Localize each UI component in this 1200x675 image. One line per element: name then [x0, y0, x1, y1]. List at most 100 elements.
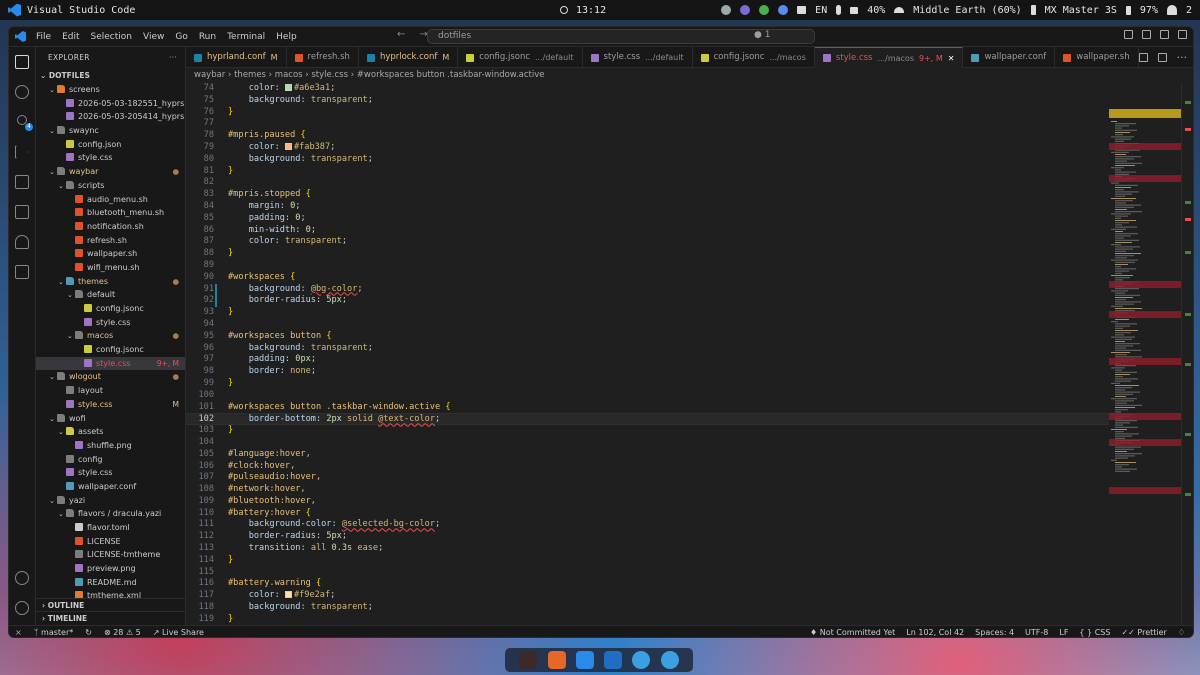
- workspace-root[interactable]: ⌄ DOTFILES: [36, 69, 185, 83]
- tree-file[interactable]: shuffle.png: [36, 439, 185, 453]
- chevron-down-icon[interactable]: ⌄: [49, 84, 57, 98]
- color-swatch[interactable]: [284, 591, 292, 599]
- browser-icon[interactable]: [632, 651, 651, 669]
- volume-icon[interactable]: [850, 6, 859, 14]
- menu-go[interactable]: Go: [175, 32, 187, 42]
- minimap[interactable]: [1109, 83, 1181, 625]
- customize-layout-icon[interactable]: [1178, 30, 1187, 39]
- editor-tab[interactable]: style.css .../macos 9+, M ✕: [814, 47, 964, 68]
- git-branch[interactable]: ᛉ master*: [34, 628, 74, 637]
- editor-tab[interactable]: wallpaper.conf: [963, 47, 1056, 68]
- tree-file[interactable]: config: [36, 453, 185, 467]
- tree-folder[interactable]: ⌄ waybar ●: [36, 165, 185, 179]
- browser-icon[interactable]: [660, 651, 679, 669]
- chevron-down-icon[interactable]: ⌄: [49, 495, 57, 509]
- tree-folder[interactable]: ⌄ flavors / dracula.yazi: [36, 507, 185, 521]
- tree-file[interactable]: wifi_menu.sh: [36, 261, 185, 275]
- tree-folder[interactable]: ⌄ themes ●: [36, 275, 185, 289]
- editor-tab[interactable]: config.jsonc .../macos: [693, 47, 815, 68]
- explorer-icon[interactable]: [15, 55, 29, 69]
- run-debug-icon[interactable]: [15, 145, 29, 159]
- git-blame[interactable]: ♦ Not Committed Yet: [810, 628, 895, 637]
- tree-folder[interactable]: ⌄ screens: [36, 83, 185, 97]
- tree-file[interactable]: flavor.toml: [36, 521, 185, 535]
- vscode-icon[interactable]: [575, 651, 594, 669]
- code-editor[interactable]: 74 color: #a6e3a1; 75 background: transpa…: [186, 83, 1193, 625]
- menu-help[interactable]: Help: [276, 32, 297, 42]
- chevron-down-icon[interactable]: ⌄: [49, 413, 57, 427]
- notification-count[interactable]: 2: [1186, 5, 1192, 16]
- live-share-button[interactable]: ↗ Live Share: [153, 628, 204, 637]
- back-arrow-icon[interactable]: ←: [397, 29, 405, 40]
- terminal-icon[interactable]: [519, 651, 538, 669]
- color-swatch[interactable]: [284, 84, 292, 91]
- menu-run[interactable]: Run: [199, 32, 216, 42]
- line-ending[interactable]: LF: [1059, 628, 1068, 637]
- scm-indicator[interactable]: ● 1: [754, 30, 770, 40]
- remote-explorer-icon[interactable]: [15, 205, 29, 219]
- editor-scrollbar[interactable]: [1181, 83, 1193, 625]
- chevron-down-icon[interactable]: ⌄: [49, 371, 57, 385]
- menu-selection[interactable]: Selection: [91, 32, 132, 42]
- menu-edit[interactable]: Edit: [62, 32, 79, 42]
- tree-file[interactable]: style.css M: [36, 398, 185, 412]
- layout-secondary-icon[interactable]: [1160, 30, 1169, 39]
- menu-file[interactable]: File: [36, 32, 51, 42]
- notifications-bell-icon[interactable]: ♢: [1178, 628, 1185, 637]
- chevron-down-icon[interactable]: ⌄: [49, 166, 57, 180]
- language-mode[interactable]: { } CSS: [1079, 628, 1110, 637]
- tree-file[interactable]: 2026-05-03-205414_hyprs...: [36, 110, 185, 124]
- microphone-icon[interactable]: [836, 5, 842, 15]
- vscode-insiders-icon[interactable]: [604, 651, 623, 669]
- tree-folder[interactable]: ⌄ macos ●: [36, 329, 185, 343]
- tree-file[interactable]: refresh.sh: [36, 234, 185, 248]
- tree-file[interactable]: wallpaper.sh: [36, 247, 185, 261]
- tree-file[interactable]: LICENSE: [36, 535, 185, 549]
- tree-folder[interactable]: ⌄ assets: [36, 425, 185, 439]
- problems-indicator[interactable]: ⊗ 28 ⚠ 5: [104, 628, 141, 637]
- clock[interactable]: 13:12: [576, 5, 606, 16]
- network-status[interactable]: Middle Earth (60%): [913, 5, 1021, 16]
- bluetooth-icon[interactable]: [1030, 5, 1036, 15]
- chevron-down-icon[interactable]: ⌄: [58, 276, 66, 290]
- tree-folder[interactable]: ⌄ wlogout ●: [36, 370, 185, 384]
- containers-icon[interactable]: [15, 265, 29, 279]
- tree-file[interactable]: config.jsonc: [36, 343, 185, 357]
- account-icon[interactable]: [15, 571, 29, 585]
- more-actions-icon[interactable]: ···: [169, 47, 177, 69]
- android-icon[interactable]: [759, 5, 770, 15]
- tree-file[interactable]: preview.png: [36, 562, 185, 576]
- cursor-position[interactable]: Ln 102, Col 42: [906, 628, 964, 637]
- menu-terminal[interactable]: Terminal: [227, 32, 265, 42]
- live-share-icon[interactable]: [15, 235, 29, 249]
- chevron-down-icon[interactable]: ⌄: [67, 330, 75, 344]
- editor-tab[interactable]: style.css .../default: [583, 47, 693, 68]
- discord-icon[interactable]: [740, 5, 751, 15]
- remote-icon[interactable]: ⨯: [15, 628, 22, 637]
- tree-file[interactable]: 2026-05-03-182551_hyprs...: [36, 97, 185, 111]
- tray-icon[interactable]: [721, 5, 732, 15]
- search-icon[interactable]: [15, 85, 29, 99]
- timeline-section[interactable]: › TIMELINE: [36, 611, 185, 624]
- tree-file[interactable]: config.jsonc: [36, 302, 185, 316]
- editor-tab[interactable]: wallpaper.sh: [1055, 47, 1139, 68]
- color-swatch[interactable]: [284, 142, 292, 150]
- volume-level[interactable]: 40%: [867, 5, 885, 16]
- layout-panel-icon[interactable]: [1142, 30, 1151, 39]
- tree-file[interactable]: style.css: [36, 316, 185, 330]
- editor-tab[interactable]: hyprlock.conf M: [359, 47, 459, 68]
- tree-file[interactable]: README.md: [36, 576, 185, 590]
- prettier-status[interactable]: ✓✓ Prettier: [1121, 628, 1166, 637]
- menu-view[interactable]: View: [143, 32, 164, 42]
- tree-file[interactable]: wallpaper.conf: [36, 480, 185, 494]
- bell-icon[interactable]: [1166, 5, 1177, 15]
- chevron-down-icon[interactable]: ⌄: [49, 125, 57, 139]
- outline-section[interactable]: › OUTLINE: [36, 598, 185, 611]
- tree-file[interactable]: LICENSE-tmtheme: [36, 548, 185, 562]
- indentation[interactable]: Spaces: 4: [975, 628, 1014, 637]
- tree-folder[interactable]: ⌄ wofi: [36, 412, 185, 426]
- language-indicator[interactable]: EN: [815, 5, 827, 16]
- tree-folder[interactable]: ⌄ default: [36, 288, 185, 302]
- tree-file[interactable]: style.css 9+, M: [36, 356, 185, 371]
- sync-icon[interactable]: ↻: [85, 628, 92, 637]
